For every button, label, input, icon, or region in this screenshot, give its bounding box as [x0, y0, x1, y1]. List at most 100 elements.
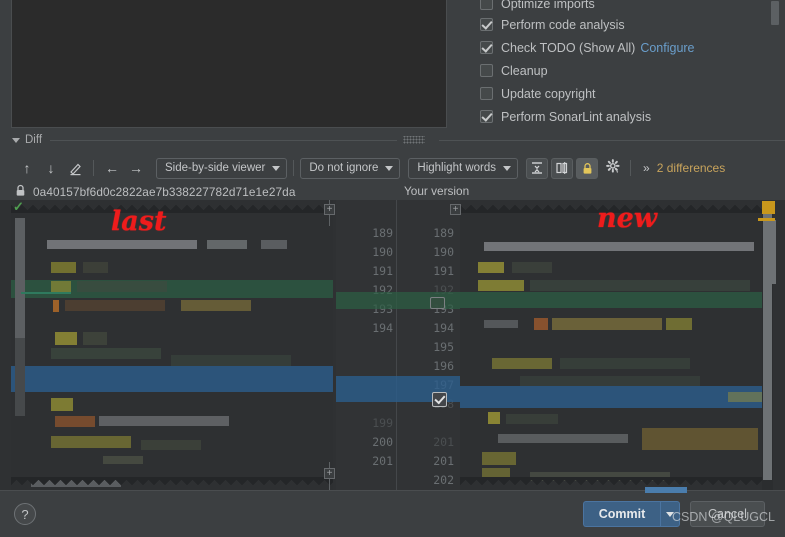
commit-button[interactable]: Commit — [583, 501, 660, 527]
code-block — [171, 355, 291, 366]
line-number: 199 — [372, 416, 393, 430]
line-number: 191 — [433, 264, 454, 278]
code-block — [666, 318, 692, 330]
checkbox-check-todo[interactable] — [480, 41, 493, 54]
expand-fold-top-right[interactable]: + — [450, 204, 461, 215]
obscured-code-left — [11, 200, 333, 490]
inserted-band-right — [460, 292, 773, 308]
next-difference-icon[interactable]: ↓ — [40, 157, 62, 179]
partial-highlight-sliver — [645, 487, 687, 493]
toolbar-separator — [93, 160, 94, 176]
collapsed-fragment-bottom-right — [460, 477, 773, 490]
commit-message-textarea[interactable] — [11, 0, 447, 128]
read-only-lock-button[interactable] — [576, 157, 599, 179]
code-block — [492, 358, 552, 369]
code-block — [51, 348, 161, 359]
chevron-down-icon — [503, 165, 512, 171]
code-block — [51, 281, 71, 292]
green-check-icon: ✓ — [13, 199, 24, 214]
expand-fold-bottom-left[interactable]: + — [324, 468, 335, 479]
checkbox-cleanup[interactable] — [480, 64, 493, 77]
diff-toolbar: ↑ ↓ ← → Side-by-side viewer Do not ignor… — [0, 154, 785, 182]
code-block — [55, 416, 95, 427]
commit-dropdown-button[interactable] — [660, 501, 680, 527]
line-number: 190 — [372, 245, 393, 259]
toolbar-separator — [630, 160, 632, 176]
code-block — [15, 338, 25, 416]
code-block — [77, 281, 167, 292]
option-perform-sonarlint-analysis[interactable]: Perform SonarLint analysis — [474, 105, 785, 128]
expand-fold-top-left[interactable]: + — [324, 204, 335, 215]
collapsed-fragment-bottom-left — [11, 477, 333, 490]
diff-pane-left[interactable] — [11, 200, 333, 490]
combo-value: Do not ignore — [309, 162, 379, 174]
code-block — [498, 434, 628, 443]
code-block — [83, 332, 107, 345]
collapse-unchanged-fragments-button[interactable] — [526, 157, 549, 179]
option-optimize-imports[interactable]: Optimize imports — [474, 0, 785, 13]
line-number: 200 — [372, 435, 393, 449]
right-version-label: Your version — [404, 184, 470, 198]
accept-right-icon[interactable]: → — [125, 157, 147, 179]
overview-marker-gold[interactable] — [762, 201, 775, 214]
highlight-policy-combo[interactable]: Highlight words — [408, 157, 519, 179]
checkbox-update-copyright[interactable] — [480, 87, 493, 100]
cancel-button[interactable]: Cancel — [690, 501, 765, 527]
checkbox-perform-code-analysis[interactable] — [480, 18, 493, 31]
option-label: Perform code analysis — [501, 17, 625, 32]
combo-value: Highlight words — [417, 162, 497, 174]
modified-band-right — [460, 386, 773, 408]
code-block — [15, 218, 25, 338]
toolbar-overflow-button[interactable]: » — [643, 161, 650, 175]
header-divider-left — [50, 139, 397, 141]
accept-left-icon[interactable]: ← — [101, 157, 123, 179]
help-button[interactable]: ? — [14, 503, 36, 525]
diff-settings-button[interactable] — [602, 158, 624, 179]
option-check-todo[interactable]: Check TODO (Show All) Configure — [474, 36, 785, 59]
accept-change-checkbox[interactable] — [432, 392, 447, 407]
option-label: Optimize imports — [501, 0, 595, 11]
diff-pane-right[interactable] — [460, 200, 773, 490]
collapse-lines-icon — [530, 161, 544, 175]
line-number: 201 — [433, 435, 454, 449]
previous-difference-icon[interactable]: ↑ — [16, 157, 38, 179]
code-block — [552, 318, 662, 330]
code-block — [488, 412, 500, 424]
viewer-mode-combo[interactable]: Side-by-side viewer — [156, 157, 288, 179]
commit-options-scrollbar[interactable] — [771, 1, 779, 25]
drag-grip-icon[interactable] — [402, 136, 425, 144]
diff-section-title: Diff — [25, 134, 43, 146]
edit-source-icon[interactable] — [64, 157, 86, 179]
code-block — [484, 320, 518, 328]
annotation-new: new — [597, 203, 658, 234]
line-number: 194 — [433, 321, 454, 335]
code-block — [55, 332, 77, 345]
line-number-gutter-left: 189 190 191 192 193 194 199 200 201 — [336, 200, 399, 490]
synchronize-scrolling-button[interactable] — [551, 157, 574, 179]
combo-value: Side-by-side viewer — [165, 162, 266, 174]
code-block — [560, 358, 690, 369]
accept-change-arrow[interactable] — [430, 297, 445, 309]
checkbox-perform-sonarlint-analysis[interactable] — [480, 110, 493, 123]
obscured-code-right — [460, 200, 773, 490]
diff-section-header[interactable]: Diff — [0, 131, 785, 149]
option-update-copyright[interactable]: Update copyright — [474, 82, 785, 105]
code-block — [51, 436, 131, 448]
code-block — [484, 242, 754, 251]
line-number: 196 — [433, 359, 454, 373]
toolbar-separator — [293, 160, 295, 176]
option-perform-code-analysis[interactable]: Perform code analysis — [474, 13, 785, 36]
checkbox-optimize-imports[interactable] — [480, 0, 493, 10]
chevron-down-icon[interactable] — [12, 137, 20, 143]
configure-todo-link[interactable]: Configure — [640, 41, 694, 55]
difference-count-label: 2 differences — [656, 161, 726, 175]
option-cleanup[interactable]: Cleanup — [474, 59, 785, 82]
line-number: 189 — [433, 226, 454, 240]
code-block — [141, 440, 201, 450]
ignore-policy-combo[interactable]: Do not ignore — [300, 157, 401, 179]
gear-icon — [605, 159, 621, 177]
code-block — [51, 398, 73, 411]
code-block — [65, 300, 165, 311]
diff-viewer[interactable]: 189 190 191 192 193 194 199 200 201 189 … — [0, 200, 785, 490]
overview-scrollbar-thumb[interactable] — [766, 220, 776, 284]
